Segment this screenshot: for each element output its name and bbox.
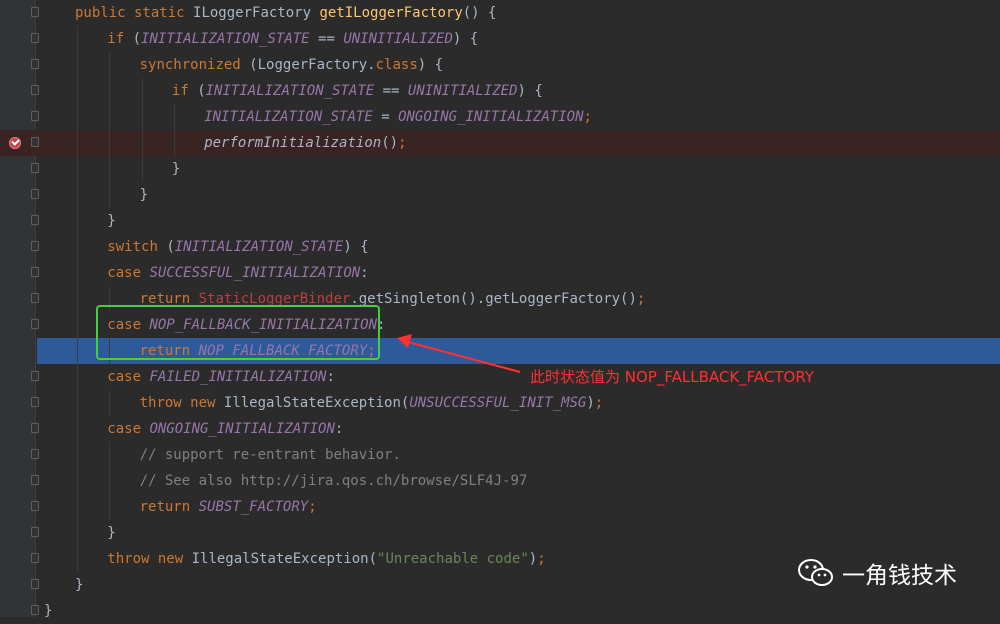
watermark-text: 一角钱技术: [842, 563, 957, 589]
annotation-text: 此时状态值为 NOP_FALLBACK_FACTORY: [530, 368, 814, 386]
code-editor[interactable]: public static ILoggerFactory getILoggerF…: [0, 0, 1000, 619]
wechat-icon: [798, 559, 833, 586]
watermark: 一角钱技术: [796, 556, 957, 590]
annotation-arrow: [397, 334, 521, 373]
